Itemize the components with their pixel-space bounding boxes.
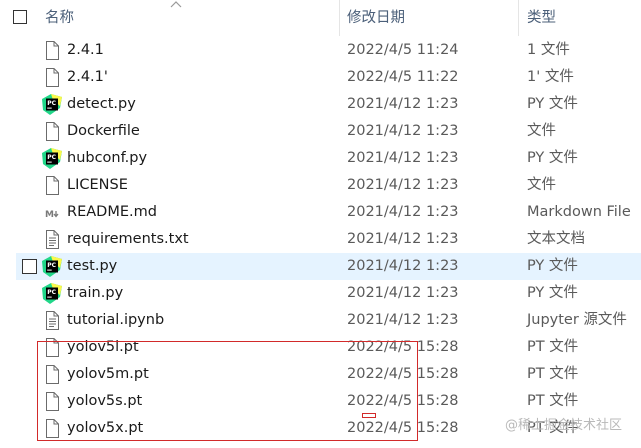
file-row[interactable]: PC detect.py 2021/4/12 1:23 PY 文件: [0, 91, 641, 118]
file-name: 2.4.1: [67, 42, 104, 58]
file-type: PY 文件: [527, 285, 578, 301]
file-file-icon: [42, 67, 62, 88]
file-name: LICENSE: [67, 177, 128, 193]
file-row[interactable]: LICENSE 2021/4/12 1:23 文件: [0, 172, 641, 199]
svg-text:PC: PC: [47, 100, 56, 107]
file-row[interactable]: M README.md 2021/4/12 1:23 Markdown File: [0, 199, 641, 226]
file-row[interactable]: PC train.py 2021/4/12 1:23 PY 文件: [0, 280, 641, 307]
file-row[interactable]: PC hubconf.py 2021/4/12 1:23 PY 文件: [0, 145, 641, 172]
file-type: 文件: [527, 123, 556, 139]
file-file-icon: [42, 121, 62, 142]
file-row[interactable]: Dockerfile 2021/4/12 1:23 文件: [0, 118, 641, 145]
file-row[interactable]: 2.4.1' 2022/4/5 11:22 1' 文件: [0, 64, 641, 91]
column-separator[interactable]: [339, 0, 340, 36]
file-date: 2021/4/12 1:23: [347, 258, 459, 274]
file-type: PY 文件: [527, 258, 578, 274]
sort-up-icon: [170, 1, 182, 8]
file-name: test.py: [67, 258, 118, 274]
file-type: Jupyter 源文件: [527, 312, 627, 328]
file-name: requirements.txt: [67, 231, 189, 247]
file-row[interactable]: yolov5l.pt 2022/4/5 15:28 PT 文件: [0, 334, 641, 361]
file-type: Markdown File: [527, 204, 631, 220]
svg-text:M: M: [45, 210, 54, 220]
file-date: 2022/4/5 15:28: [347, 366, 459, 382]
file-file-icon: [42, 364, 62, 385]
file-name: tutorial.ipynb: [67, 312, 165, 328]
file-type: 1' 文件: [527, 69, 574, 85]
file-date: 2021/4/12 1:23: [347, 177, 459, 193]
file-name: Dockerfile: [67, 123, 140, 139]
watermark: @稀土掘金技术社区: [505, 418, 623, 433]
file-file-icon: [42, 391, 62, 412]
file-row[interactable]: yolov5m.pt 2022/4/5 15:28 PT 文件: [0, 361, 641, 388]
pycharm-file-icon: PC: [42, 256, 62, 277]
select-all-checkbox[interactable]: [13, 10, 27, 24]
file-name: README.md: [67, 204, 157, 220]
file-date: 2021/4/12 1:23: [347, 285, 459, 301]
file-type: PT 文件: [527, 339, 579, 355]
column-name-label: 名称: [45, 10, 74, 26]
svg-text:PC: PC: [47, 262, 56, 269]
file-date: 2022/4/5 15:28: [347, 393, 459, 409]
file-date: 2021/4/12 1:23: [347, 123, 459, 139]
file-type: 1 文件: [527, 42, 570, 58]
pycharm-file-icon: PC: [42, 283, 62, 304]
file-name: hubconf.py: [67, 150, 148, 166]
column-date-label: 修改日期: [347, 10, 405, 26]
file-date: 2021/4/12 1:23: [347, 204, 459, 220]
file-name: yolov5l.pt: [67, 339, 139, 355]
file-date: 2021/4/12 1:23: [347, 96, 459, 112]
file-file-icon: [42, 337, 62, 358]
file-row[interactable]: PC test.py 2021/4/12 1:23 PY 文件: [16, 253, 641, 280]
file-type: PT 文件: [527, 366, 579, 382]
file-name: train.py: [67, 285, 124, 301]
text-file-icon: [42, 229, 62, 250]
file-row[interactable]: tutorial.ipynb 2021/4/12 1:23 Jupyter 源文件: [0, 307, 641, 334]
file-type: PY 文件: [527, 96, 578, 112]
file-name: yolov5s.pt: [67, 393, 143, 409]
file-name: 2.4.1': [67, 69, 108, 85]
column-header: 名称 修改日期 类型: [0, 0, 641, 36]
column-date-header[interactable]: 修改日期: [347, 0, 512, 36]
svg-text:PC: PC: [47, 154, 56, 161]
svg-text:PC: PC: [47, 289, 56, 296]
column-type-header[interactable]: 类型: [527, 0, 637, 36]
file-type: 文件: [527, 177, 556, 193]
file-type: 文本文档: [527, 231, 585, 247]
file-date: 2021/4/12 1:23: [347, 150, 459, 166]
file-file-icon: [42, 40, 62, 61]
file-file-icon: [42, 175, 62, 196]
file-date: 2021/4/12 1:23: [347, 231, 459, 247]
column-type-label: 类型: [527, 10, 556, 26]
file-date: 2022/4/5 11:24: [347, 42, 459, 58]
row-checkbox[interactable]: [22, 259, 37, 274]
file-date: 2022/4/5 15:28: [347, 420, 459, 436]
file-date: 2021/4/12 1:23: [347, 312, 459, 328]
file-name: yolov5m.pt: [67, 366, 149, 382]
column-separator[interactable]: [518, 0, 519, 36]
file-row[interactable]: requirements.txt 2021/4/12 1:23 文本文档: [0, 226, 641, 253]
pycharm-file-icon: PC: [42, 148, 62, 169]
file-name: yolov5x.pt: [67, 420, 144, 436]
file-date: 2022/4/5 15:28: [347, 339, 459, 355]
highlight-mark: [362, 413, 376, 418]
file-name: detect.py: [67, 96, 136, 112]
column-name-header[interactable]: 名称: [45, 0, 335, 36]
file-type: PT 文件: [527, 393, 579, 409]
file-row[interactable]: 2.4.1 2022/4/5 11:24 1 文件: [0, 37, 641, 64]
file-file-icon: [42, 418, 62, 439]
file-date: 2022/4/5 11:22: [347, 69, 459, 85]
file-row[interactable]: yolov5s.pt 2022/4/5 15:28 PT 文件: [0, 388, 641, 415]
text-file-icon: [42, 310, 62, 331]
pycharm-file-icon: PC: [42, 94, 62, 115]
markdown-file-icon: M: [42, 202, 62, 223]
file-type: PY 文件: [527, 150, 578, 166]
